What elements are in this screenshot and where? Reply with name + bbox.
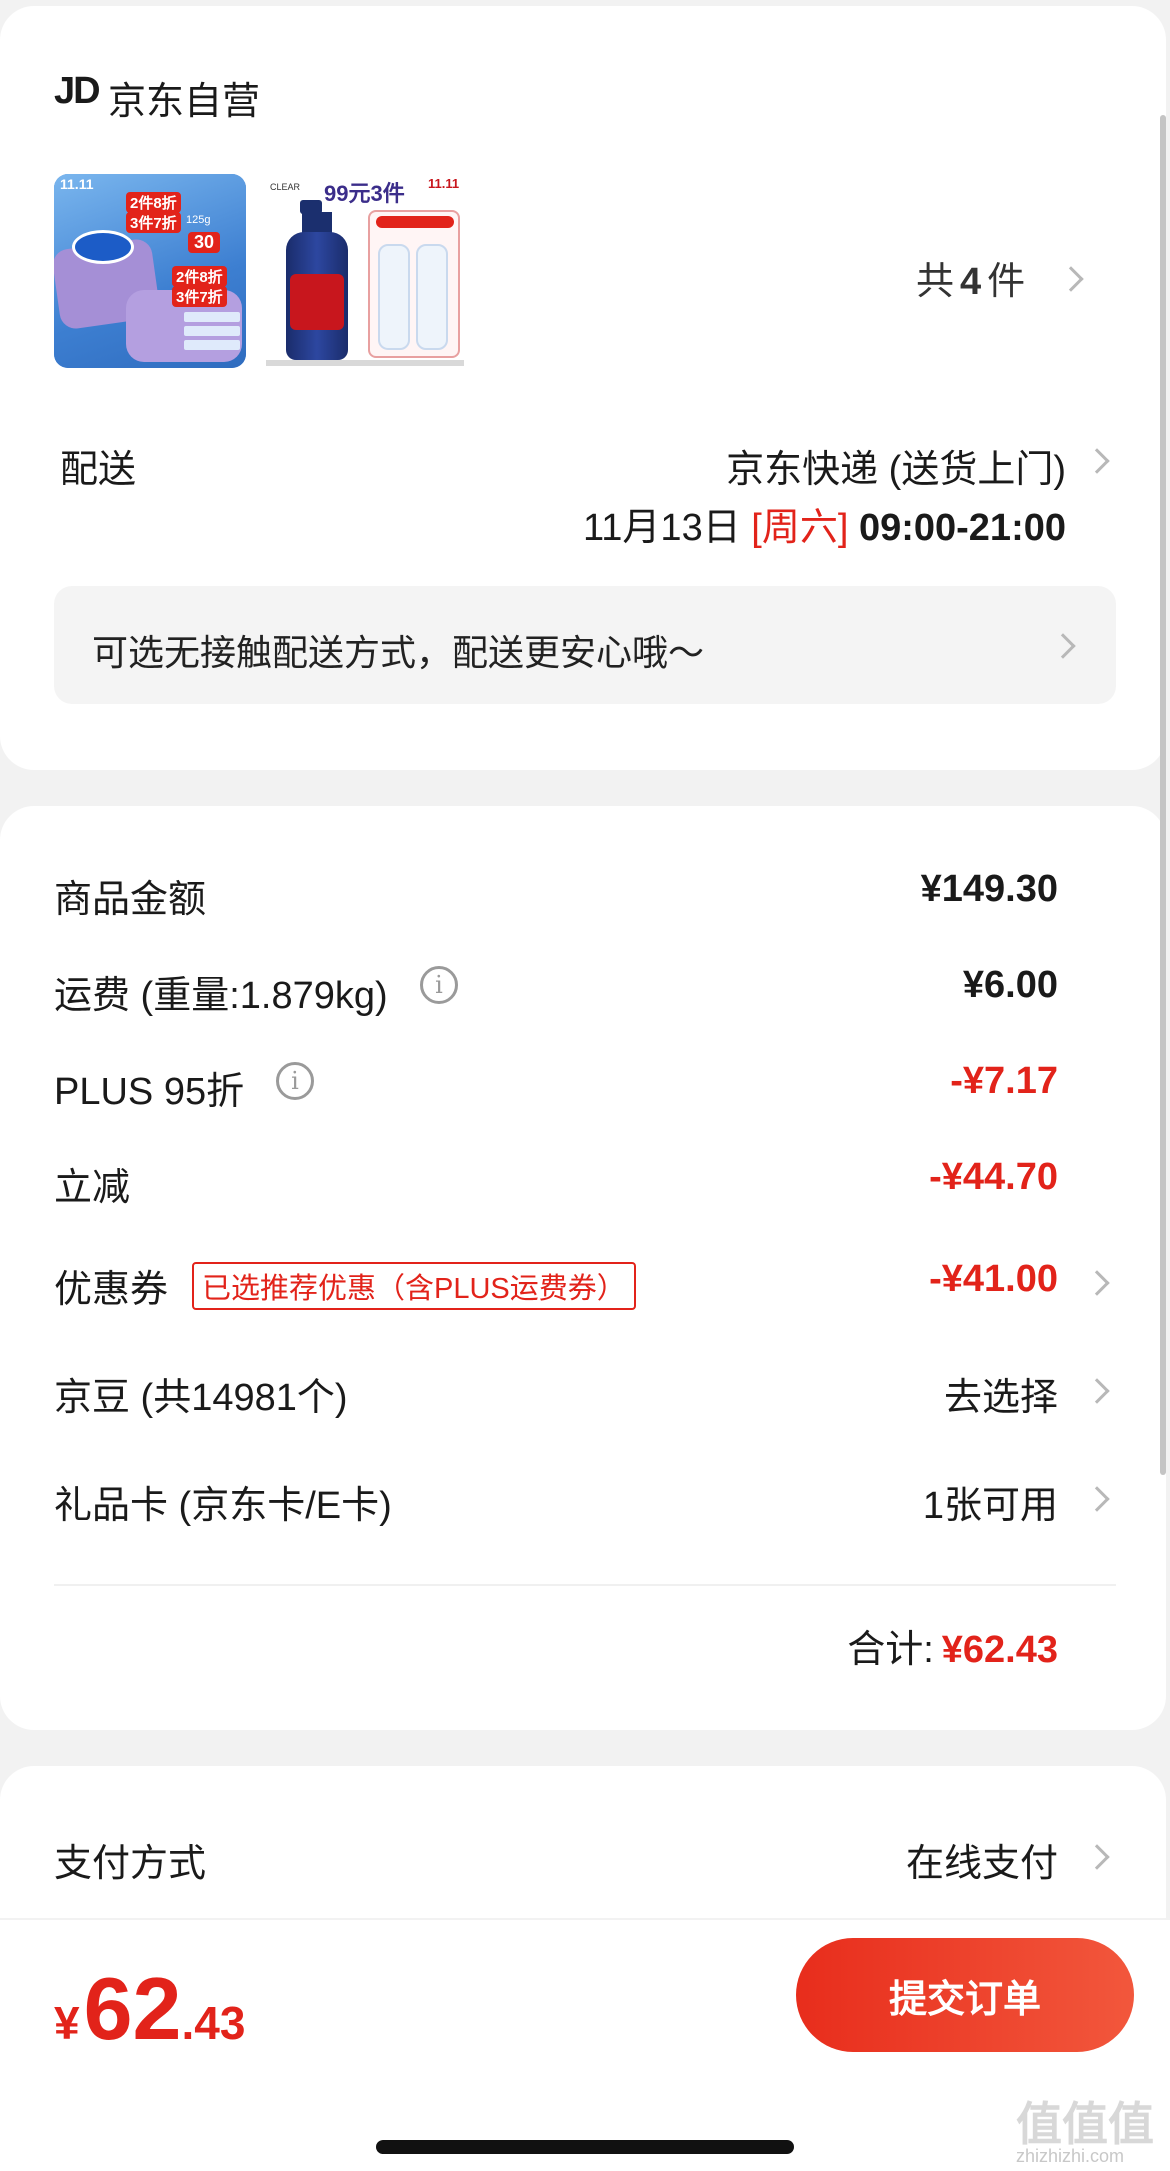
chevron-right-icon[interactable] (1084, 1378, 1110, 1404)
contactless-delivery-banner[interactable]: 可选无接触配送方式，配送更安心哦～ (54, 586, 1116, 704)
info-strip (184, 312, 240, 322)
goods-amount-label: 商品金额 (54, 879, 207, 921)
fine-print (266, 360, 464, 366)
home-indicator (376, 2140, 794, 2154)
promo-badge: 11.11 (428, 176, 460, 191)
payment-method-label: 支付方式 (54, 1843, 207, 1885)
checkout-bar: ¥62.43 提交订单 值值值 zhizhizhi.com (0, 1918, 1170, 2171)
shop-card: JD 京东自营 11.11 2件8折 3件7折 125g 30 2件8折 3件7… (0, 6, 1166, 770)
promo-line: 2件8折 (172, 266, 227, 287)
product-count[interactable]: 共4件 (916, 250, 1025, 305)
divider (54, 1584, 1116, 1586)
info-icon[interactable]: i (420, 966, 458, 1004)
info-icon[interactable]: i (276, 1062, 314, 1100)
shop-name: 京东自营 (108, 81, 261, 123)
product-thumbnails[interactable]: 11.11 2件8折 3件7折 125g 30 2件8折 3件7折 CLEAR … (54, 174, 1114, 374)
footer-total: ¥62.43 (54, 1959, 246, 2058)
bottle-neck (302, 212, 332, 234)
gift-card-value[interactable]: 1张可用 (923, 1474, 1058, 1529)
promo-line: 3件7折 (126, 212, 181, 233)
mini-bottle (378, 244, 410, 350)
chevron-right-icon (1058, 266, 1084, 292)
instant-discount-label: 立减 (54, 1167, 131, 1209)
instant-discount-value: -¥44.70 (929, 1156, 1058, 1198)
delivery-schedule[interactable]: 11月13日 [周六] 09:00-21:00 (583, 496, 1066, 551)
contactless-text: 可选无接触配送方式，配送更安心哦～ (92, 632, 705, 673)
chevron-right-icon[interactable] (1084, 448, 1110, 474)
bonus-banner (376, 216, 454, 228)
delivery-method[interactable]: 京东快递 (送货上门) (726, 438, 1066, 493)
info-strip (184, 340, 240, 350)
plus-discount-value: -¥7.17 (950, 1060, 1058, 1102)
promo-badge: 11.11 (60, 176, 94, 192)
jd-logo: JD (54, 70, 101, 112)
bottle-label (290, 274, 344, 330)
chevron-right-icon[interactable] (1084, 1844, 1110, 1870)
order-total: 合计: ¥62.43 (847, 1629, 1058, 1671)
info-strip (184, 326, 240, 336)
price-badge: 30 (188, 232, 221, 253)
payment-card[interactable]: 支付方式 在线支付 (0, 1766, 1166, 1926)
product-image-shampoo[interactable]: CLEAR 99元3件 11.11 (266, 174, 464, 368)
promo-title: 99元3件 (324, 181, 405, 206)
submit-order-button[interactable]: 提交订单 (796, 1938, 1134, 2052)
delivery-label: 配送 (60, 449, 137, 491)
scrollbar[interactable] (1160, 115, 1166, 1475)
jd-beans-label: 京豆 (共14981个) (54, 1377, 348, 1419)
chevron-right-icon[interactable] (1084, 1486, 1110, 1512)
promo-line: 3件7折 (172, 286, 227, 307)
watermark-url: zhizhizhi.com (1016, 2146, 1125, 2166)
promo-line: 2件8折 (126, 192, 181, 213)
coupon-label: 优惠券 (54, 1269, 169, 1311)
submit-order-label: 提交订单 (888, 1978, 1041, 2021)
freight-label: 运费 (重量:1.879kg) (54, 975, 388, 1017)
jd-beans-value[interactable]: 去选择 (944, 1366, 1058, 1421)
brand-tag: CLEAR (270, 182, 301, 192)
mini-bottle (416, 244, 448, 350)
watermark-logo: 值值值 (1016, 2098, 1154, 2150)
plus-discount-label: PLUS 95折 (54, 1071, 245, 1113)
coupon-tag[interactable]: 已选推荐优惠（含PLUS运费券） (192, 1262, 636, 1310)
weight-label: 125g (186, 214, 211, 226)
freight-value: ¥6.00 (962, 964, 1058, 1006)
pricing-card: 商品金额 ¥149.30 运费 (重量:1.879kg) i ¥6.00 PLU… (0, 806, 1166, 1730)
payment-method-value[interactable]: 在线支付 (906, 1832, 1058, 1887)
gift-card-label: 礼品卡 (京东卡/E卡) (54, 1485, 392, 1527)
soap-logo (72, 230, 134, 264)
product-image-soap[interactable]: 11.11 2件8折 3件7折 125g 30 2件8折 3件7折 (54, 174, 246, 368)
goods-amount-value: ¥149.30 (920, 868, 1058, 910)
chevron-right-icon (1050, 633, 1076, 659)
coupon-value[interactable]: -¥41.00 (929, 1258, 1058, 1301)
chevron-right-icon[interactable] (1084, 1270, 1110, 1296)
